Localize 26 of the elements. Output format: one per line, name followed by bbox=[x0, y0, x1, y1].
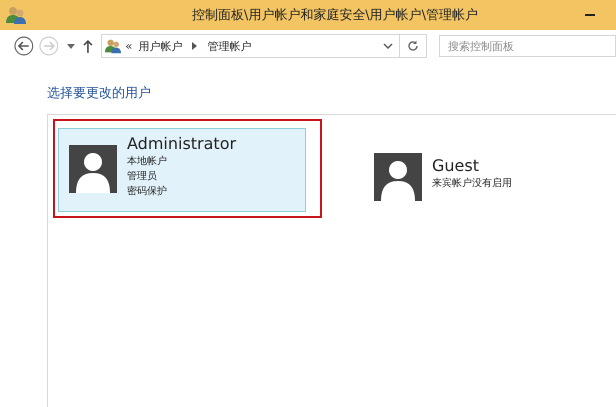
account-detail: 来宾帐户没有启用 bbox=[432, 176, 512, 191]
overflow-chevron[interactable]: « bbox=[125, 39, 132, 53]
user-avatar-icon bbox=[374, 153, 422, 201]
up-arrow-icon[interactable] bbox=[83, 39, 94, 53]
users-icon bbox=[105, 38, 122, 54]
back-icon[interactable] bbox=[14, 36, 34, 56]
account-tile[interactable]: Guest 来宾帐户没有启用 bbox=[363, 128, 611, 212]
caret-icon[interactable] bbox=[67, 44, 76, 48]
account-detail: 密码保护 bbox=[127, 184, 168, 199]
account-name: Guest bbox=[432, 156, 480, 175]
address-bar[interactable]: « 用户帐户 管理帐户 bbox=[101, 34, 427, 58]
account-tile[interactable]: Administrator 本地帐户 管理员 密码保护 bbox=[58, 128, 306, 212]
section-heading: 选择要更改的用户 bbox=[47, 85, 152, 102]
account-name: Administrator bbox=[127, 134, 236, 153]
account-detail: 管理员 bbox=[127, 170, 158, 184]
refresh-icon[interactable] bbox=[406, 40, 419, 52]
window-title: 控制面板\用户帐户和家庭安全\用户帐户\管理帐户 bbox=[190, 7, 480, 24]
dropdown-icon[interactable] bbox=[382, 43, 393, 49]
breadcrumb-link[interactable]: 用户帐户 bbox=[138, 38, 182, 54]
search-field[interactable]: 搜索控制面板 bbox=[438, 35, 616, 57]
users-icon bbox=[6, 6, 26, 24]
user-avatar-icon bbox=[69, 145, 117, 193]
breadcrumb-link[interactable]: 管理帐户 bbox=[207, 38, 252, 54]
chevron-icon[interactable] bbox=[192, 42, 198, 50]
account-detail: 本地帐户 bbox=[127, 154, 168, 169]
minimize-icon[interactable] bbox=[584, 13, 596, 17]
